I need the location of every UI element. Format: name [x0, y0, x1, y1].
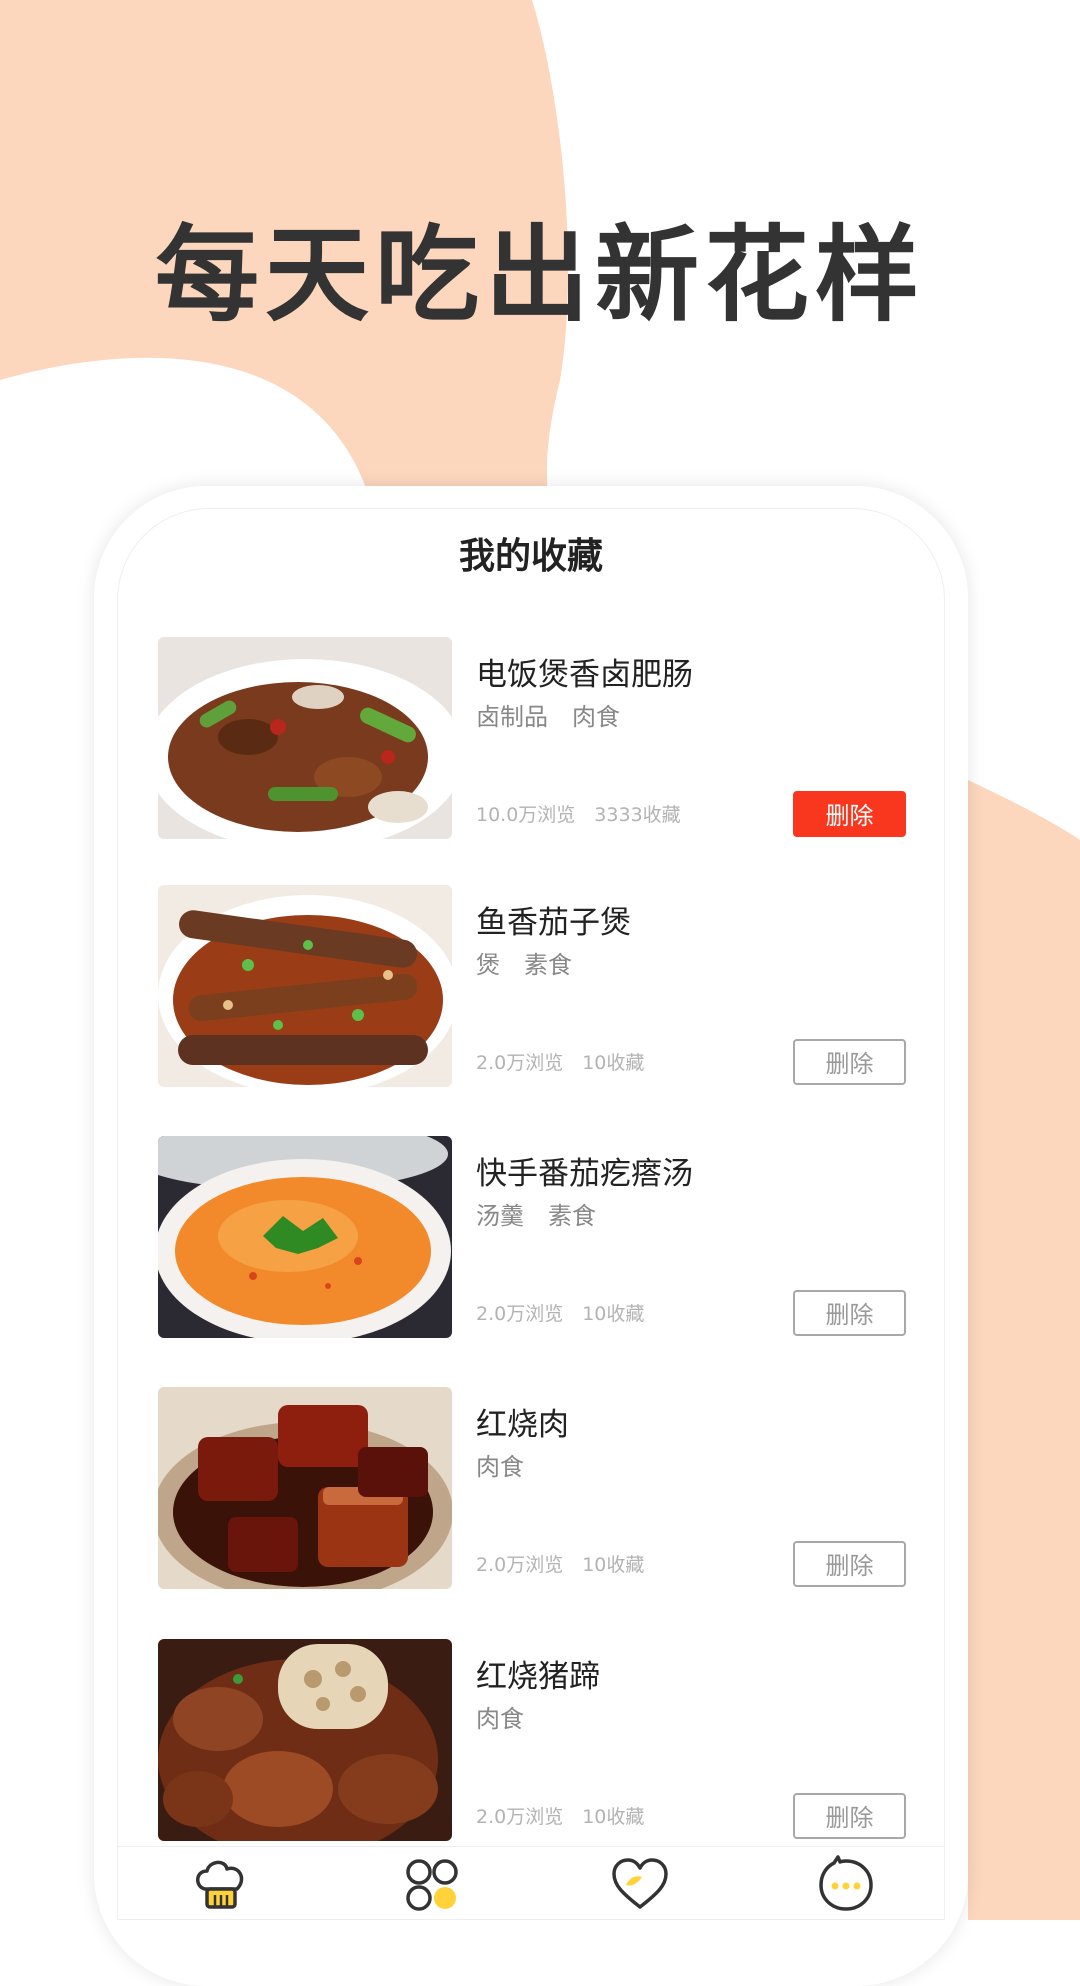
- chef-hat-icon[interactable]: [191, 1855, 251, 1915]
- item-tags: 肉食: [476, 1705, 524, 1733]
- list-item[interactable]: 红烧猪蹄 肉食 2.0万浏览 10收藏 删除: [158, 1639, 906, 1841]
- item-title[interactable]: 鱼香茄子煲: [476, 897, 631, 942]
- item-title[interactable]: 红烧猪蹄: [476, 1651, 600, 1696]
- delete-button[interactable]: 删除: [793, 1039, 906, 1085]
- list-item[interactable]: 鱼香茄子煲 煲 素食 2.0万浏览 10收藏 删除: [158, 885, 906, 1087]
- list-item[interactable]: 红烧肉 肉食 2.0万浏览 10收藏 删除: [158, 1387, 906, 1589]
- item-title[interactable]: 快手番茄疙瘩汤: [476, 1148, 693, 1193]
- categories-icon[interactable]: [402, 1855, 462, 1915]
- delete-button[interactable]: 删除: [793, 1793, 906, 1839]
- dish-image-braised-pork: [158, 1387, 452, 1589]
- dish-image-fried-intestine: [158, 637, 452, 839]
- item-stats: 2.0万浏览 10收藏: [476, 1554, 645, 1576]
- bottom-tab-bar: [118, 1846, 944, 1919]
- dish-image-eggplant: [158, 885, 452, 1087]
- delete-button[interactable]: 删除: [793, 1541, 906, 1587]
- phone-screen: 我的收藏 电饭煲香卤肥肠 卤制品 肉食 10.0万浏览 3333收藏 删除 鱼香…: [117, 508, 945, 1920]
- chat-bubble-icon[interactable]: [816, 1855, 876, 1915]
- item-tags: 煲 素食: [476, 951, 572, 979]
- heart-icon[interactable]: [610, 1855, 670, 1915]
- item-tags: 卤制品 肉食: [476, 703, 620, 731]
- item-stats: 2.0万浏览 10收藏: [476, 1052, 645, 1074]
- headline: 每天吃出新花样: [154, 214, 925, 336]
- list-item[interactable]: 快手番茄疙瘩汤 汤羹 素食 2.0万浏览 10收藏 删除: [158, 1136, 906, 1338]
- item-stats: 10.0万浏览 3333收藏: [476, 804, 681, 826]
- item-tags: 肉食: [476, 1453, 524, 1481]
- delete-button[interactable]: 删除: [793, 791, 906, 837]
- item-title[interactable]: 红烧肉: [476, 1399, 569, 1444]
- page-title: 我的收藏: [458, 536, 603, 577]
- dish-image-tomato-soup: [158, 1136, 452, 1338]
- item-title[interactable]: 电饭煲香卤肥肠: [476, 649, 693, 694]
- dish-image-braised-trotters: [158, 1639, 452, 1841]
- item-tags: 汤羹 素食: [476, 1202, 596, 1230]
- delete-button[interactable]: 删除: [793, 1290, 906, 1336]
- item-stats: 2.0万浏览 10收藏: [476, 1303, 645, 1325]
- list-item[interactable]: 电饭煲香卤肥肠 卤制品 肉食 10.0万浏览 3333收藏 删除: [158, 637, 906, 839]
- item-stats: 2.0万浏览 10收藏: [476, 1806, 645, 1828]
